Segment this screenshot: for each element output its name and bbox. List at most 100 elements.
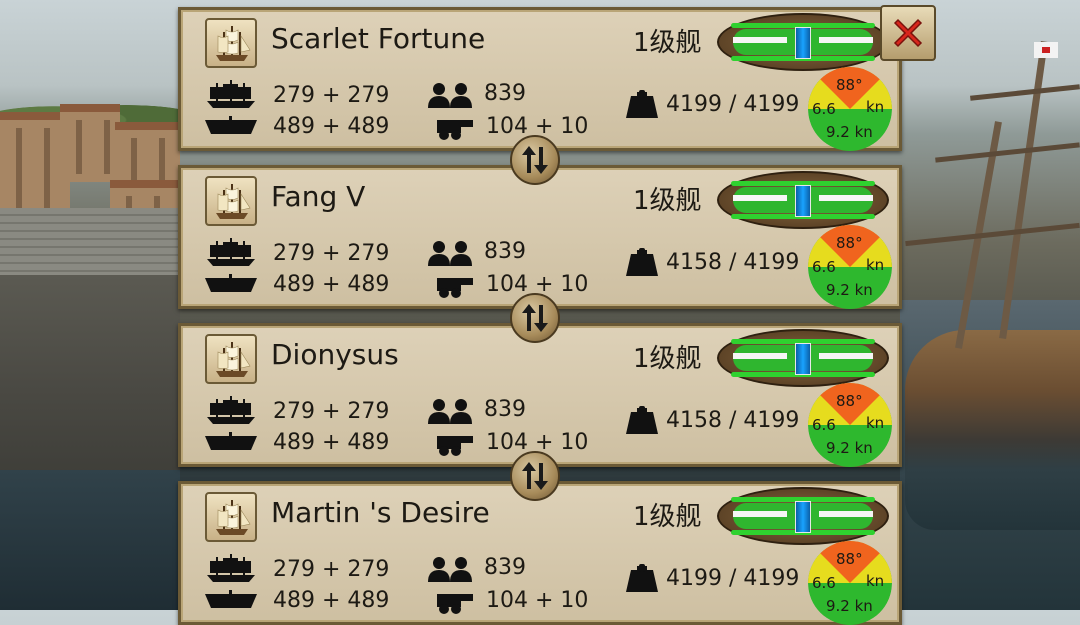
ship-name: Martin 's Desire <box>271 496 490 529</box>
swap-arrows-icon <box>522 462 548 490</box>
crew-value: 839 <box>484 81 526 106</box>
swap-arrows-icon <box>522 304 548 332</box>
cargo-value: 4158 / 4199 <box>666 250 800 275</box>
hull-value: 489 + 489 <box>273 430 390 455</box>
weight-icon <box>626 406 658 434</box>
slider-knob[interactable] <box>795 185 811 217</box>
ship-hull-icon <box>205 274 257 292</box>
crew-value: 839 <box>484 239 526 264</box>
ship-stance-slider[interactable] <box>717 487 889 545</box>
swap-ships-button[interactable] <box>510 293 560 343</box>
speed-unit: kn <box>866 256 885 274</box>
ship-stance-slider[interactable] <box>717 329 889 387</box>
slider-knob[interactable] <box>795 27 811 59</box>
slider-knob[interactable] <box>795 343 811 375</box>
ship-portrait[interactable] <box>205 18 257 68</box>
ship-portrait[interactable] <box>205 334 257 384</box>
ship-card[interactable]: Scarlet Fortune 1级舰 279 + 279 489 + 489 … <box>178 7 902 151</box>
slider-left-bar <box>733 511 787 517</box>
close-button[interactable] <box>880 5 936 61</box>
hull-value: 489 + 489 <box>273 114 390 139</box>
ship-card[interactable]: Dionysus 1级舰 279 + 279 489 + 489 839 104… <box>178 323 902 467</box>
speed-angle: 88° <box>836 550 863 568</box>
speed-dial: 88° 6.6 kn 9.2 kn <box>808 225 892 309</box>
broadside-value: 279 + 279 <box>273 241 390 266</box>
ship-hull <box>905 330 1080 530</box>
ship-stance-slider[interactable] <box>717 13 889 71</box>
ship-name: Scarlet Fortune <box>271 22 486 55</box>
slider-knob[interactable] <box>795 501 811 533</box>
close-icon <box>893 18 923 48</box>
sailing-ship-icon <box>216 26 251 61</box>
broadside-value: 279 + 279 <box>273 399 390 424</box>
cannon-icon <box>437 278 473 298</box>
sailing-ship-icon <box>216 342 251 377</box>
swap-ships-button[interactable] <box>510 451 560 501</box>
sailing-ship-icon <box>216 500 251 535</box>
broadside-value: 279 + 279 <box>273 83 390 108</box>
speed-unit: kn <box>866 414 885 432</box>
speed-angle: 88° <box>836 76 863 94</box>
speed-left: 6.6 <box>812 416 836 434</box>
cannon-icon <box>437 436 473 456</box>
broadside-value: 279 + 279 <box>273 557 390 582</box>
slider-right-bar <box>819 511 873 517</box>
cannon-icon <box>437 120 473 140</box>
crew-value: 839 <box>484 555 526 580</box>
speed-unit: kn <box>866 98 885 116</box>
sea <box>0 470 180 610</box>
ship-portrait[interactable] <box>205 176 257 226</box>
crew-icon <box>428 557 472 582</box>
cargo-value: 4199 / 4199 <box>666 92 800 117</box>
slider-left-bar <box>733 195 787 201</box>
ship-stance-slider[interactable] <box>717 171 889 229</box>
sailing-ship-icon <box>216 184 251 219</box>
speed-bottom: 9.2 kn <box>826 281 873 299</box>
ship-broadside-icon <box>207 396 255 424</box>
ship-broadside-icon <box>207 554 255 582</box>
speed-dial: 88° 6.6 kn 9.2 kn <box>808 541 892 625</box>
speed-bottom: 9.2 kn <box>826 439 873 457</box>
speed-dial: 88° 6.6 kn 9.2 kn <box>808 383 892 467</box>
guns-value: 104 + 10 <box>486 588 589 613</box>
ship-class: 1级舰 <box>633 186 702 216</box>
ship-hull-icon <box>205 432 257 450</box>
ship-name: Dionysus <box>271 338 399 371</box>
ship-class: 1级舰 <box>633 502 702 532</box>
ship-class: 1级舰 <box>633 344 702 374</box>
weight-icon <box>626 564 658 592</box>
crew-icon <box>428 399 472 424</box>
speed-angle: 88° <box>836 392 863 410</box>
cargo-value: 4199 / 4199 <box>666 566 800 591</box>
swap-ships-button[interactable] <box>510 135 560 185</box>
ship-hull-icon <box>205 590 257 608</box>
hull-value: 489 + 489 <box>273 272 390 297</box>
building <box>115 122 180 188</box>
ship-mast <box>999 40 1048 340</box>
ship-yard <box>905 222 1080 247</box>
slider-right-bar <box>819 195 873 201</box>
ship-portrait[interactable] <box>205 492 257 542</box>
ship-card[interactable]: Martin 's Desire 1级舰 279 + 279 489 + 489… <box>178 481 902 625</box>
stone-wall <box>0 208 180 278</box>
slider-right-bar <box>819 353 873 359</box>
slider-left-bar <box>733 353 787 359</box>
weight-icon <box>626 90 658 118</box>
swap-arrows-icon <box>522 146 548 174</box>
ship-hull-icon <box>205 116 257 134</box>
speed-left: 6.6 <box>812 574 836 592</box>
ship-yard <box>935 142 1080 163</box>
speed-left: 6.6 <box>812 100 836 118</box>
cargo-value: 4158 / 4199 <box>666 408 800 433</box>
ship-class: 1级舰 <box>633 28 702 58</box>
ship-yard <box>970 84 1080 101</box>
hull-value: 489 + 489 <box>273 588 390 613</box>
crew-icon <box>428 241 472 266</box>
crew-value: 839 <box>484 397 526 422</box>
ship-broadside-icon <box>207 80 255 108</box>
ship-card[interactable]: Fang V 1级舰 279 + 279 489 + 489 839 104 +… <box>178 165 902 309</box>
cannon-icon <box>437 594 473 614</box>
flag <box>1034 42 1058 58</box>
ship-broadside-icon <box>207 238 255 266</box>
crew-icon <box>428 83 472 108</box>
